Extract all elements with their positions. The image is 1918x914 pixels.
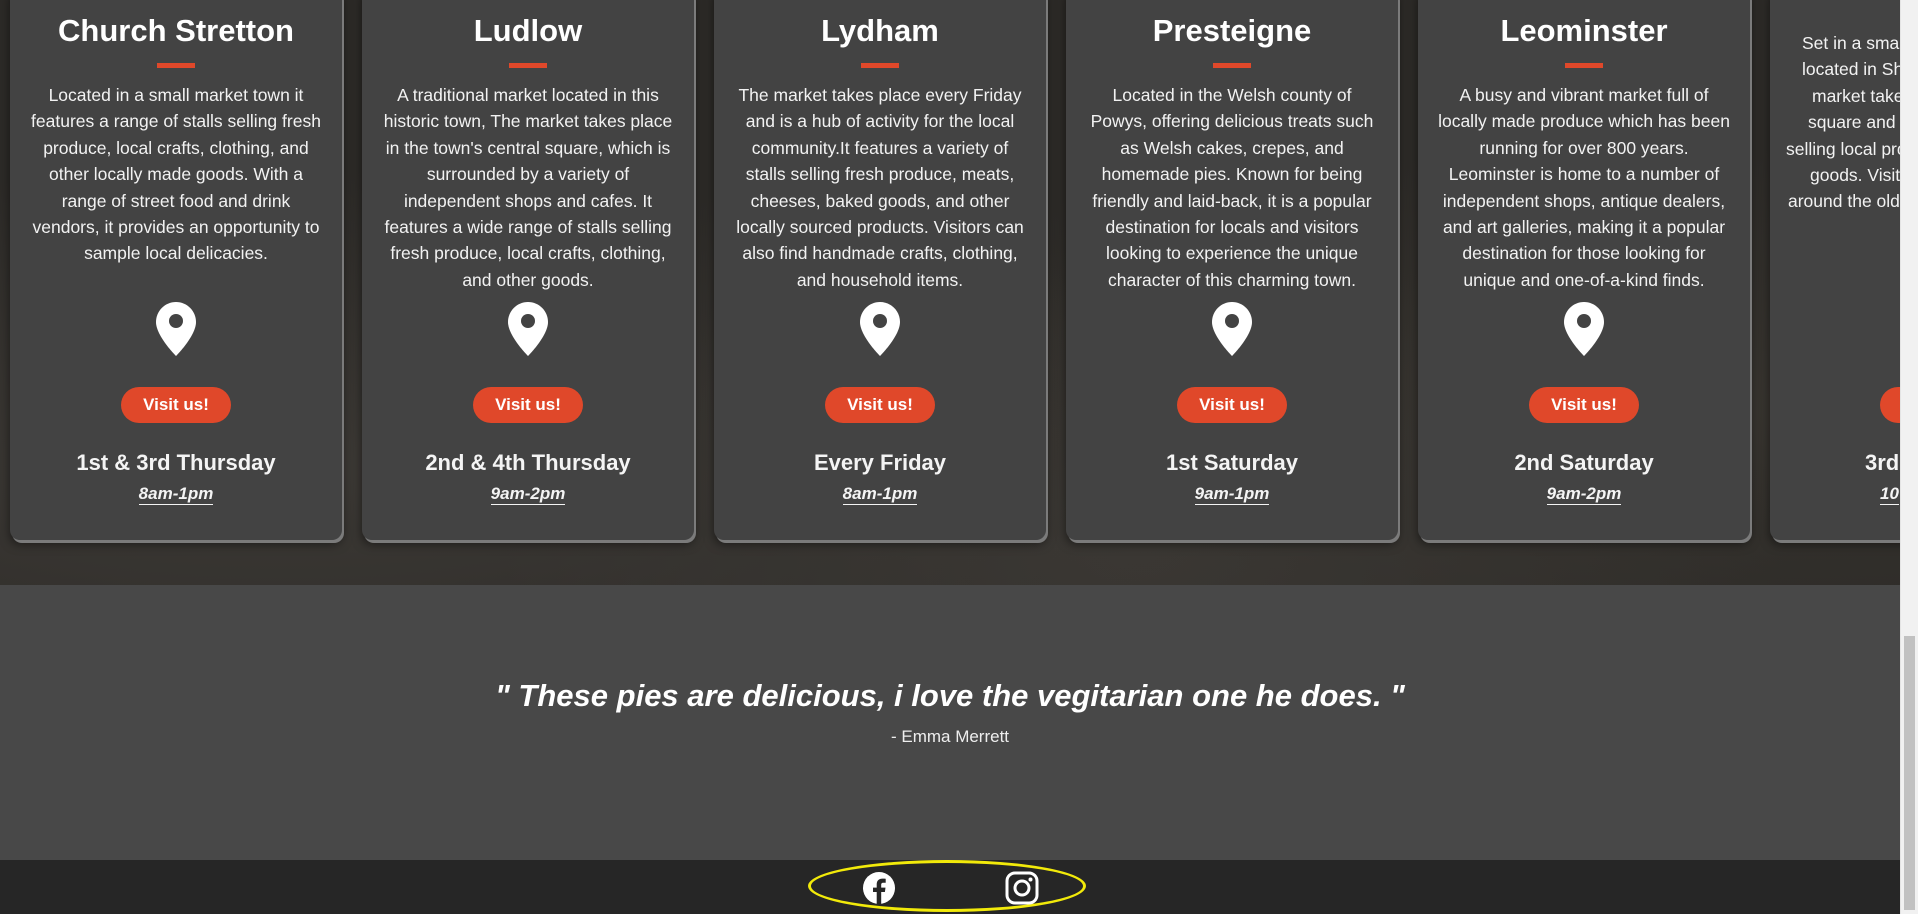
market-description: Located in the Welsh county of Powys, of… — [1090, 85, 1374, 290]
market-card: Set in a sma located in Shr market take … — [1770, 0, 1900, 540]
description-line: square and fe — [1808, 112, 1900, 133]
description-line: goods. Visitor — [1810, 165, 1900, 186]
market-time-text: 9am-1pm — [1194, 484, 1270, 505]
market-card: Presteigne Located in the Welsh county o… — [1066, 0, 1398, 540]
instagram-icon[interactable] — [1005, 871, 1039, 905]
market-time: 9am-2pm — [1418, 484, 1750, 505]
market-name: Presteigne — [1152, 13, 1312, 48]
map-pin-icon[interactable] — [860, 302, 900, 356]
market-day: 2nd & 4th Thursday — [425, 450, 631, 475]
market-time: 8am-1pm — [714, 484, 1046, 505]
facebook-icon[interactable] — [862, 871, 896, 905]
market-day: 1st & 3rd Thursday — [76, 450, 276, 475]
market-name: Lydham — [821, 13, 939, 48]
market-time-text: 9am-2pm — [490, 484, 566, 505]
market-description: The market takes place every Friday and … — [736, 85, 1024, 290]
description-line: selling local pro — [1786, 138, 1900, 159]
market-time: 9am-1pm — [1066, 484, 1398, 505]
testimonial-author: - Emma Merrett — [890, 727, 1010, 746]
market-time: 9am-2pm — [362, 484, 694, 505]
map-pin-icon[interactable] — [156, 302, 196, 356]
visit-button[interactable]: Visit us! — [825, 387, 935, 423]
market-day: 3rd — [1865, 450, 1900, 475]
market-day: 2nd Saturday — [1514, 450, 1654, 475]
market-description: A traditional market located in this his… — [383, 85, 673, 290]
market-card: Lydham The market takes place every Frid… — [714, 0, 1046, 540]
description-line: market take — [1812, 85, 1900, 106]
annotation-highlight — [808, 860, 1086, 912]
description-line: located in Shr — [1802, 59, 1900, 80]
description-line: Set in a sma — [1802, 33, 1900, 53]
market-card: Ludlow A traditional market located in t… — [362, 0, 694, 540]
map-pin-icon[interactable] — [1564, 302, 1604, 356]
market-name: Ludlow — [473, 13, 583, 48]
description-line: around the old — [1788, 191, 1900, 212]
vertical-scrollbar[interactable] — [1900, 0, 1918, 914]
visit-button[interactable]: Visit us! — [1177, 387, 1287, 423]
market-card: Church Stretton Located in a small marke… — [10, 0, 342, 540]
market-time-text: 8am-1pm — [842, 484, 918, 505]
market-card: Leominster A busy and vibrant market ful… — [1418, 0, 1750, 540]
market-time-text: 8am-1pm — [138, 484, 214, 505]
market-description: Set in a sma located in Shr market take … — [1786, 30, 1900, 241]
market-time: 8am-1pm — [10, 484, 342, 505]
map-pin-icon[interactable] — [508, 302, 548, 356]
testimonial-quote: " These pies are delicious, i love the v… — [495, 678, 1405, 713]
market-day: 1st Saturday — [1165, 450, 1299, 475]
testimonial-section: " These pies are delicious, i love the v… — [0, 585, 1900, 860]
title-divider — [509, 63, 547, 68]
title-divider — [861, 63, 899, 68]
visit-button[interactable]: Visit us! — [121, 387, 231, 423]
market-time: 10 — [1880, 484, 1900, 505]
visit-button[interactable]: Visit us! — [473, 387, 583, 423]
market-name: Church Stretton — [58, 13, 294, 48]
title-divider — [1213, 63, 1251, 68]
market-time-text: 10 — [1880, 484, 1899, 505]
scrollbar-thumb[interactable] — [1904, 636, 1915, 910]
footer — [0, 860, 1900, 914]
title-divider — [157, 63, 195, 68]
title-divider — [1565, 63, 1603, 68]
map-pin-icon[interactable] — [1212, 302, 1252, 356]
market-description: A busy and vibrant market full of locall… — [1438, 85, 1730, 290]
market-day: Every Friday — [813, 450, 947, 475]
market-description: Located in a small market town it featur… — [31, 85, 321, 264]
visit-button[interactable]: Visit us! — [1529, 387, 1639, 423]
market-name: Leominster — [1500, 13, 1668, 48]
market-time-text: 9am-2pm — [1546, 484, 1622, 505]
markets-section: Church Stretton Located in a small marke… — [0, 0, 1900, 585]
visit-button[interactable] — [1880, 387, 1900, 423]
